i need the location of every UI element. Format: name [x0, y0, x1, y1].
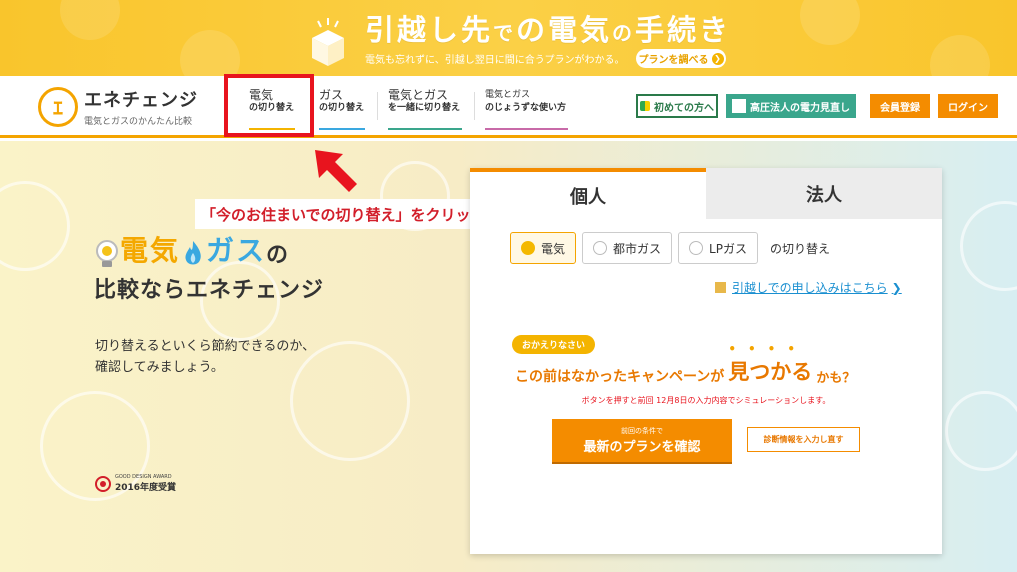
- simulation-note: ボタンを押すと前回 12月8日の入力内容でシミュレーションします。: [581, 396, 831, 405]
- logo-mark-icon: ｴ: [38, 86, 78, 127]
- site-logo[interactable]: ｴ エネチェンジ 電気とガスのかんたん比較: [38, 86, 198, 127]
- beginner-mark-icon: [640, 101, 650, 111]
- tab-personal[interactable]: 個人: [470, 168, 706, 219]
- chevron-right-icon: ❯: [891, 280, 902, 295]
- radio-city-gas[interactable]: 都市ガス: [582, 232, 673, 264]
- award-mark-icon: [95, 475, 111, 492]
- simulation-panel: 個人 法人 電気 都市ガス LPガス の切り替え 引越しでの申し込みはこちら ❯…: [470, 168, 942, 554]
- background-decoration: [945, 391, 1017, 471]
- welcome-back-badge: おかえりなさい: [512, 335, 596, 354]
- radio-electricity[interactable]: 電気: [510, 232, 577, 264]
- campaign-message: この前はなかったキャンペーンが •••• 見つかる かも？: [515, 342, 856, 386]
- first-time-button[interactable]: 初めての方へ: [636, 94, 718, 118]
- energy-type-selector: 電気 都市ガス LPガス の切り替え: [510, 232, 830, 264]
- confirm-latest-plan-button[interactable]: 前回の条件で 最新のプランを確認: [552, 419, 732, 462]
- nav-divider: [474, 92, 475, 120]
- moving-box-icon: [312, 18, 344, 66]
- nav-underline: [485, 128, 568, 130]
- moving-application-link[interactable]: 引越しでの申し込みはこちら ❯: [715, 279, 902, 296]
- login-button[interactable]: ログイン: [938, 94, 998, 118]
- box-icon: [715, 282, 726, 293]
- nav-smart-usage[interactable]: 電気とガス のじょうずな使い方: [485, 88, 568, 130]
- radio-lp-gas[interactable]: LPガス: [678, 232, 758, 264]
- nav-bundle-switch[interactable]: 電気とガス を一緒に切り替え: [388, 88, 462, 130]
- banner-title: 引越し先での電気の手続き: [365, 13, 732, 47]
- nav-divider: [377, 92, 378, 120]
- corporate-high-voltage-button[interactable]: 高圧法人の電力見直し: [726, 94, 856, 118]
- site-header: ｴ エネチェンジ 電気とガスのかんたん比較 電気 の切り替え ガス の切り替え …: [0, 76, 1017, 138]
- gas-flame-icon: [185, 241, 201, 265]
- hero-subheading: 比較ならエネチェンジ: [94, 278, 325, 303]
- top-banner[interactable]: 引越し先での電気の手続き 電気も忘れずに、引越し翌日に間に合うプランがわかる。 …: [0, 0, 1017, 76]
- light-bulb-icon: [96, 240, 118, 267]
- radio-dot-icon: [593, 241, 608, 255]
- banner-decoration: [930, 35, 990, 76]
- chevron-right-icon: ❯: [711, 52, 724, 65]
- banner-decoration: [800, 0, 860, 45]
- logo-name: エネチェンジ: [84, 90, 198, 111]
- find-plan-button[interactable]: プランを調べる ❯: [636, 49, 726, 68]
- nav-underline: [388, 128, 462, 130]
- radio-dot-icon: [521, 241, 535, 255]
- nav-underline: [319, 128, 365, 130]
- nav-gas-switch[interactable]: ガス の切り替え: [319, 88, 365, 130]
- banner-subtitle: 電気も忘れずに、引越し翌日に間に合うプランがわかる。: [365, 55, 625, 66]
- background-decoration: [0, 181, 70, 271]
- hero-description: 切り替えるといくら節約できるのか、 確認してみましょう。: [95, 339, 316, 375]
- reenter-info-button[interactable]: 診断情報を入力し直す: [747, 427, 860, 452]
- logo-tagline: 電気とガスのかんたん比較: [84, 117, 193, 127]
- emphasis-dots: ••••: [728, 342, 807, 356]
- good-design-award: GOOD DESIGN AWARD 2016年度受賞: [95, 474, 176, 493]
- tab-corporate[interactable]: 法人: [706, 168, 942, 219]
- highlight-frame: [224, 74, 314, 137]
- hero-heading: 電気 ガス の: [94, 229, 288, 269]
- banner-decoration: [180, 30, 240, 76]
- radio-suffix-label: の切り替え: [769, 241, 830, 256]
- radio-dot-icon: [689, 241, 704, 255]
- annotation-arrow-icon: [315, 150, 357, 192]
- register-button[interactable]: 会員登録: [870, 94, 930, 118]
- banner-decoration: [60, 0, 120, 40]
- background-decoration: [960, 201, 1017, 291]
- building-icon: [732, 99, 746, 113]
